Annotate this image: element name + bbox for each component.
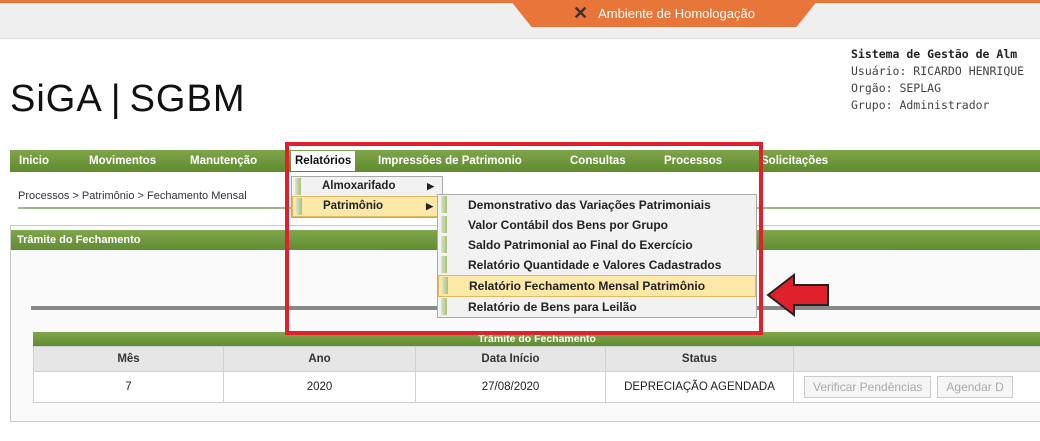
nav-relatorios[interactable]: Relatórios [291,151,356,171]
nav-processos[interactable]: Processos [664,150,722,172]
submenu-item-valor-contabil[interactable]: Valor Contábil dos Bens por Grupo [438,215,756,235]
menu-item-label: Patrimônio [323,200,384,212]
submenu-item-variacoes[interactable]: Demonstrativo das Variações Patrimoniais [438,195,756,215]
top-bar: ✕ Ambiente de Homologação [0,0,1040,39]
menu-item-patrimonio[interactable]: Patrimônio ▶ [292,196,442,217]
col-ano: Ano [223,346,416,372]
submenu-item-saldo[interactable]: Saldo Patrimonial ao Final do Exercício [438,235,756,255]
submenu-item-label: Relatório Fechamento Mensal Patrimônio [469,279,706,293]
col-acoes: Ag [793,346,1040,372]
nav-impressoes[interactable]: Impressões de Patrimonio [378,150,522,172]
menu-grip [295,178,301,195]
menu-grip [441,298,447,315]
nav-movimentos[interactable]: Movimentos [89,150,156,172]
submenu-item-label: Valor Contábil dos Bens por Grupo [468,218,669,232]
menu-grip [441,196,447,213]
agendar-button[interactable]: Agendar D [937,376,1013,398]
menu-grip [441,256,447,273]
logo-sgbm: SGBM [129,78,246,120]
nav-manutencao[interactable]: Manutenção [190,150,257,172]
system-title: Sistema de Gestão de Alm [851,47,1018,61]
table-row: 7 2020 27/08/2020 DEPRECIAÇÃO AGENDADA V… [33,371,1040,403]
environment-label: Ambiente de Homologação [598,6,755,21]
submenu-item-label: Relatório Quantidade e Valores Cadastrad… [468,258,722,272]
breadcrumb[interactable]: Processos > Patrimônio > Fechamento Mens… [18,190,247,202]
menu-item-almoxarifado[interactable]: Almoxarifado ▶ [292,177,442,196]
logo-separator: | [110,78,122,120]
system-info: Sistema de Gestão de Alm Usuário: RICARD… [851,46,1024,114]
app-logo[interactable]: SiGA | SGBM [10,78,245,121]
submenu-item-quantidade[interactable]: Relatório Quantidade e Valores Cadastrad… [438,255,756,275]
verificar-pendencias-button[interactable]: Verificar Pendências [804,376,932,398]
submenu-arrow-icon: ▶ [426,201,433,211]
nav-inicio[interactable]: Inicio [19,150,49,172]
org-info: Orgão: SEPLAG [851,81,942,95]
table-title: Trâmite do Fechamento [33,332,1040,346]
tools-icon: ✕ [573,3,589,23]
col-data-inicio: Data Início [415,346,606,372]
menu-grip [442,277,448,294]
col-status: Status [605,346,794,372]
nav-consultas[interactable]: Consultas [570,150,626,172]
submenu-item-label: Demonstrativo das Variações Patrimoniais [468,198,711,212]
submenu-item-label: Saldo Patrimonial ao Final do Exercício [468,238,693,252]
table-header-row: Mês Ano Data Início Status Ag [33,346,1040,372]
menu-grip [441,216,447,233]
col-mes: Mês [33,346,224,372]
closing-table: Mês Ano Data Início Status Ag 7 2020 27/… [33,346,1040,403]
submenu-item-fechamento-mensal[interactable]: Relatório Fechamento Mensal Patrimônio [438,275,756,297]
main-nav: Inicio Movimentos Manutenção Relatórios … [10,150,1040,172]
cell-actions: Verificar Pendências Agendar D [793,371,1040,403]
group-info: Grupo: Administrador [851,98,990,112]
user-info: Usuário: RICARDO HENRIQUE [851,64,1025,78]
cell-data-inicio: 27/08/2020 [415,371,606,403]
cell-ano: 2020 [223,371,416,403]
relatorios-menu: Almoxarifado ▶ Patrimônio ▶ [291,176,443,218]
logo-siga: SiGA [10,78,103,120]
environment-tab: ✕ Ambiente de Homologação [510,0,818,27]
menu-item-label: Almoxarifado [322,180,396,192]
submenu-arrow-icon: ▶ [427,181,434,191]
pointer-arrow-icon [766,272,829,318]
menu-grip [296,198,302,215]
patrimonio-submenu: Demonstrativo das Variações Patrimoniais… [437,194,757,318]
cell-status: DEPRECIAÇÃO AGENDADA [605,371,794,403]
submenu-item-label: Relatório de Bens para Leilão [468,300,637,314]
cell-mes: 7 [33,371,224,403]
submenu-item-leilao[interactable]: Relatório de Bens para Leilão [438,297,756,317]
menu-grip [441,236,447,253]
nav-solicitacoes[interactable]: Solicitações [761,150,828,172]
